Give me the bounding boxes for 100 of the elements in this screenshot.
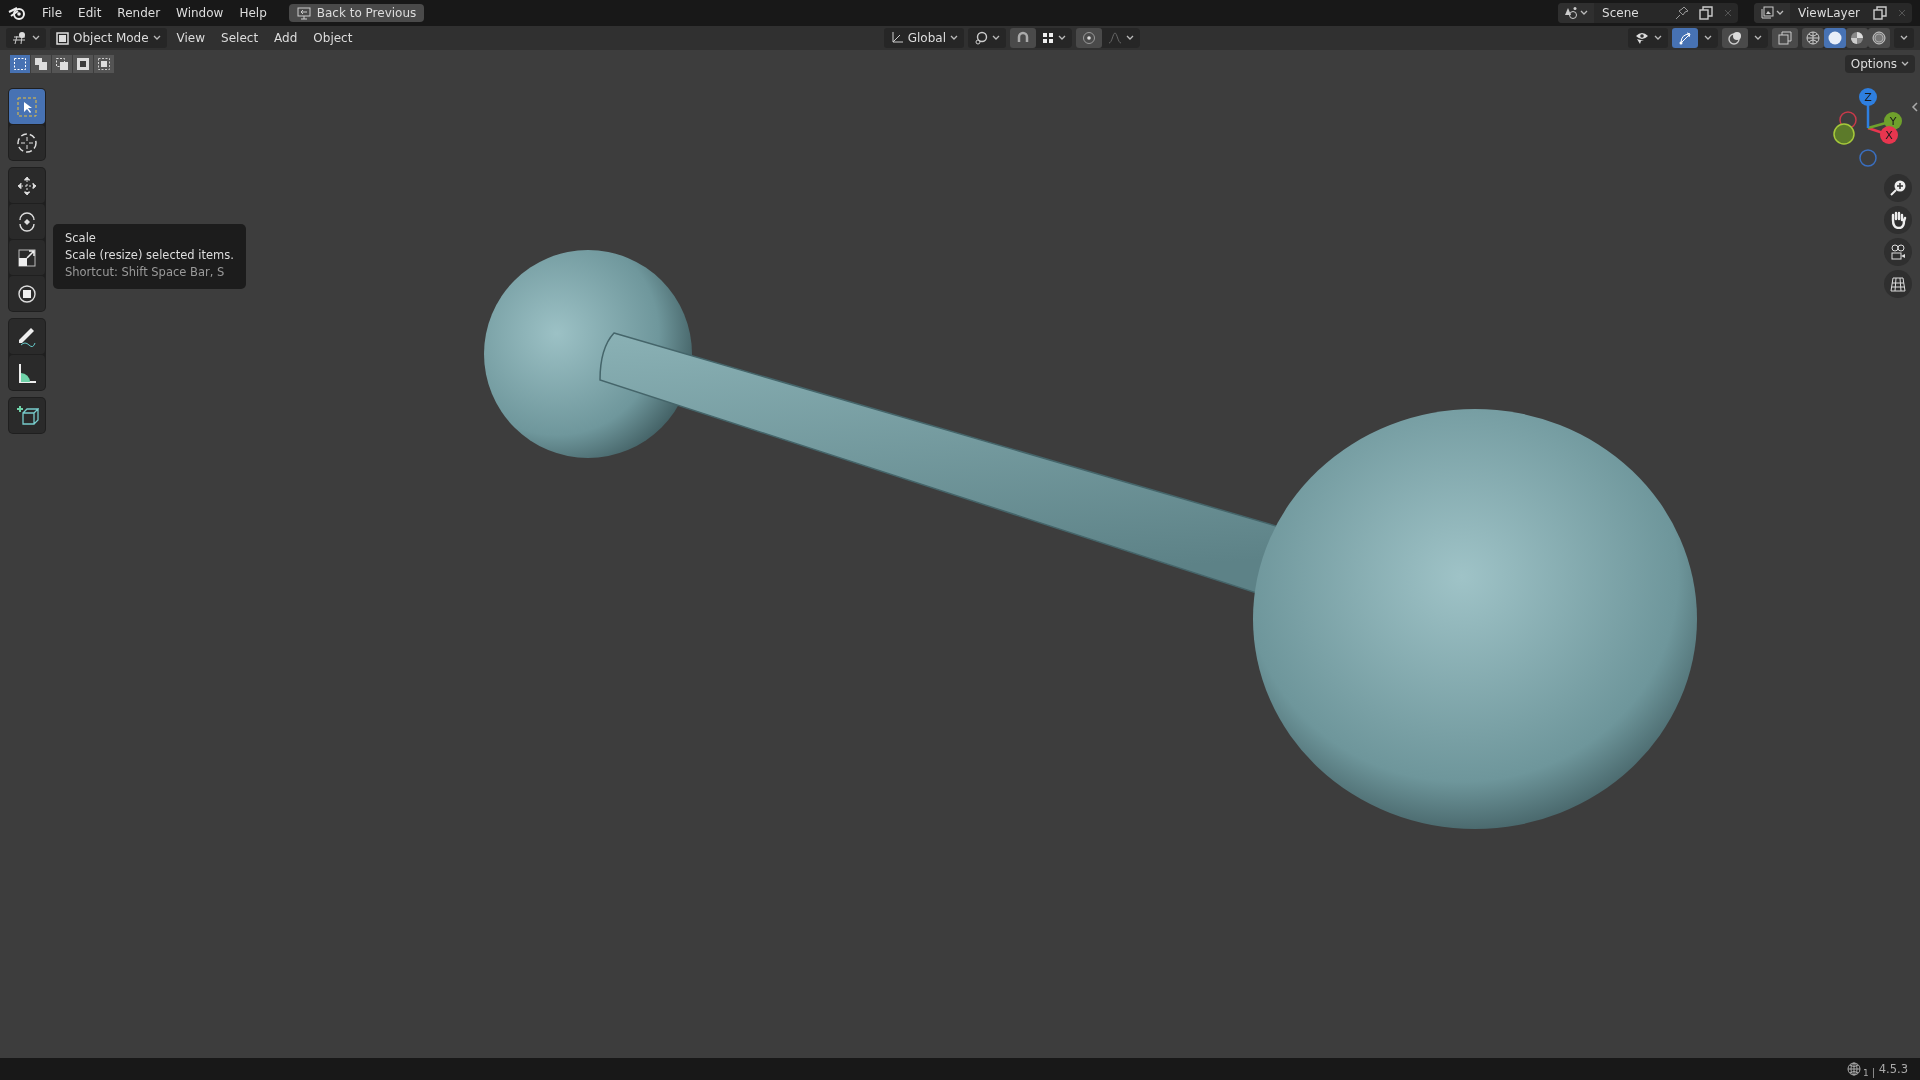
selection-mode-button[interactable] [31, 55, 51, 73]
layers-icon [1760, 6, 1775, 20]
caret-icon [1580, 10, 1589, 16]
orientation-dropdown[interactable]: Global [883, 28, 964, 48]
caret-icon [1126, 35, 1134, 41]
viewport-icon [12, 31, 28, 45]
tooltip-shortcut: Shortcut: Shift Space Bar, S [65, 264, 226, 281]
shading-mode-button[interactable] [1846, 28, 1868, 48]
zoom-button[interactable] [1884, 174, 1912, 202]
menu-item[interactable]: View [170, 28, 212, 48]
blender-logo-icon[interactable] [8, 5, 26, 21]
select-box-icon [15, 94, 39, 119]
curve-icon [1108, 32, 1122, 44]
menu-item[interactable]: Add [268, 28, 304, 48]
caret-icon [32, 35, 40, 41]
intersect-selection-icon [97, 57, 111, 71]
pin-icon[interactable] [1675, 6, 1690, 20]
menu-item[interactable]: Help [231, 3, 275, 23]
shading-mode-button[interactable] [1824, 28, 1846, 48]
caret-icon [1901, 61, 1909, 67]
caret-icon [1900, 35, 1908, 41]
eye-icon [1634, 31, 1650, 45]
grid-icon [1889, 275, 1907, 293]
visibility-dropdown[interactable] [1628, 28, 1668, 48]
new-selection-icon [13, 57, 27, 71]
extend-selection-icon [34, 57, 48, 71]
menu-item[interactable]: Window [168, 3, 232, 23]
magnet-icon [1016, 31, 1030, 45]
overlays-toggle[interactable] [1722, 28, 1748, 48]
tool-button[interactable] [9, 355, 45, 390]
caret-icon [1704, 35, 1712, 41]
material-shading-icon [1849, 30, 1865, 46]
scene-selector[interactable]: Scene [1558, 3, 1739, 23]
caret-icon [1654, 35, 1662, 41]
gizmo-icon [1678, 31, 1692, 45]
mode-dropdown[interactable]: Object Mode [50, 28, 167, 48]
view-layer-selector[interactable]: ViewLayer [1754, 3, 1912, 23]
cursor-icon [15, 130, 39, 155]
editor-type-button[interactable] [6, 28, 46, 48]
version-label: 4.5.3 [1877, 1062, 1908, 1076]
axes-icon [889, 31, 904, 45]
selection-mode-button[interactable] [10, 55, 30, 73]
target-icon [1082, 31, 1096, 45]
zoom-in-icon [1889, 179, 1907, 197]
camera-view-button[interactable] [1884, 238, 1912, 266]
menu-item[interactable]: File [34, 3, 71, 23]
rendered-shading-icon [1871, 30, 1887, 46]
pan-button[interactable] [1884, 206, 1912, 234]
tool-button[interactable] [9, 125, 45, 160]
shading-mode-button[interactable] [1802, 28, 1824, 48]
tool-button[interactable] [9, 319, 45, 354]
axis-label: Z [1864, 91, 1872, 104]
screen-arrow-icon [296, 6, 311, 20]
tool-button[interactable] [9, 276, 45, 311]
negative-axis-dot[interactable] [1839, 111, 1857, 129]
negative-axis-dot[interactable] [1833, 123, 1855, 145]
hand-icon [1889, 211, 1907, 229]
tool-button[interactable] [9, 398, 45, 433]
camera-icon [1889, 243, 1907, 261]
axis-dot[interactable] [1880, 126, 1898, 144]
menu-item[interactable]: Edit [70, 3, 110, 23]
scene-icon [1564, 6, 1579, 20]
invert-selection-icon [76, 57, 90, 71]
pivot-dropdown[interactable] [968, 28, 1006, 48]
caret-icon [1754, 35, 1762, 41]
perspective-toggle-button[interactable] [1884, 270, 1912, 298]
menu-item[interactable]: Select [215, 28, 265, 48]
axis-label: Y [1889, 115, 1897, 128]
tool-button[interactable] [9, 204, 45, 239]
tool-button[interactable] [9, 240, 45, 275]
selection-mode-button[interactable] [73, 55, 93, 73]
link-icon [974, 31, 988, 45]
xray-icon [1778, 31, 1792, 45]
axis-dot[interactable] [1859, 88, 1877, 106]
menu-item[interactable]: Object [307, 28, 359, 48]
back-to-previous-button[interactable]: Back to Previous [288, 4, 425, 22]
gizmo-toggle[interactable] [1672, 28, 1698, 48]
snap-toggle[interactable] [1010, 28, 1036, 48]
solid-shading-icon [1827, 30, 1843, 46]
xray-toggle[interactable] [1772, 28, 1798, 48]
shading-mode-button[interactable] [1868, 28, 1890, 48]
caret-icon [1058, 35, 1066, 41]
proportional-editing-toggle[interactable] [1076, 28, 1102, 48]
overlays-icon [1728, 31, 1742, 45]
menu-item[interactable]: Render [109, 3, 169, 23]
negative-axis-dot[interactable] [1859, 149, 1877, 167]
selection-mode-button[interactable] [94, 55, 114, 73]
globe-icon [1847, 1062, 1861, 1076]
subtract-selection-icon [55, 57, 69, 71]
axis-label: X [1885, 129, 1893, 142]
tooltip-description: Scale (resize) selected items. [65, 247, 234, 264]
shading-dropdown[interactable] [1894, 28, 1914, 48]
caret-icon [992, 35, 1000, 41]
copy-icon[interactable] [1699, 6, 1714, 20]
caret-icon [950, 35, 958, 41]
tool-button[interactable] [9, 168, 45, 203]
cube-icon [56, 31, 69, 45]
options-dropdown[interactable]: Options [1844, 55, 1915, 73]
selection-mode-button[interactable] [52, 55, 72, 73]
copy-icon[interactable] [1873, 6, 1887, 20]
